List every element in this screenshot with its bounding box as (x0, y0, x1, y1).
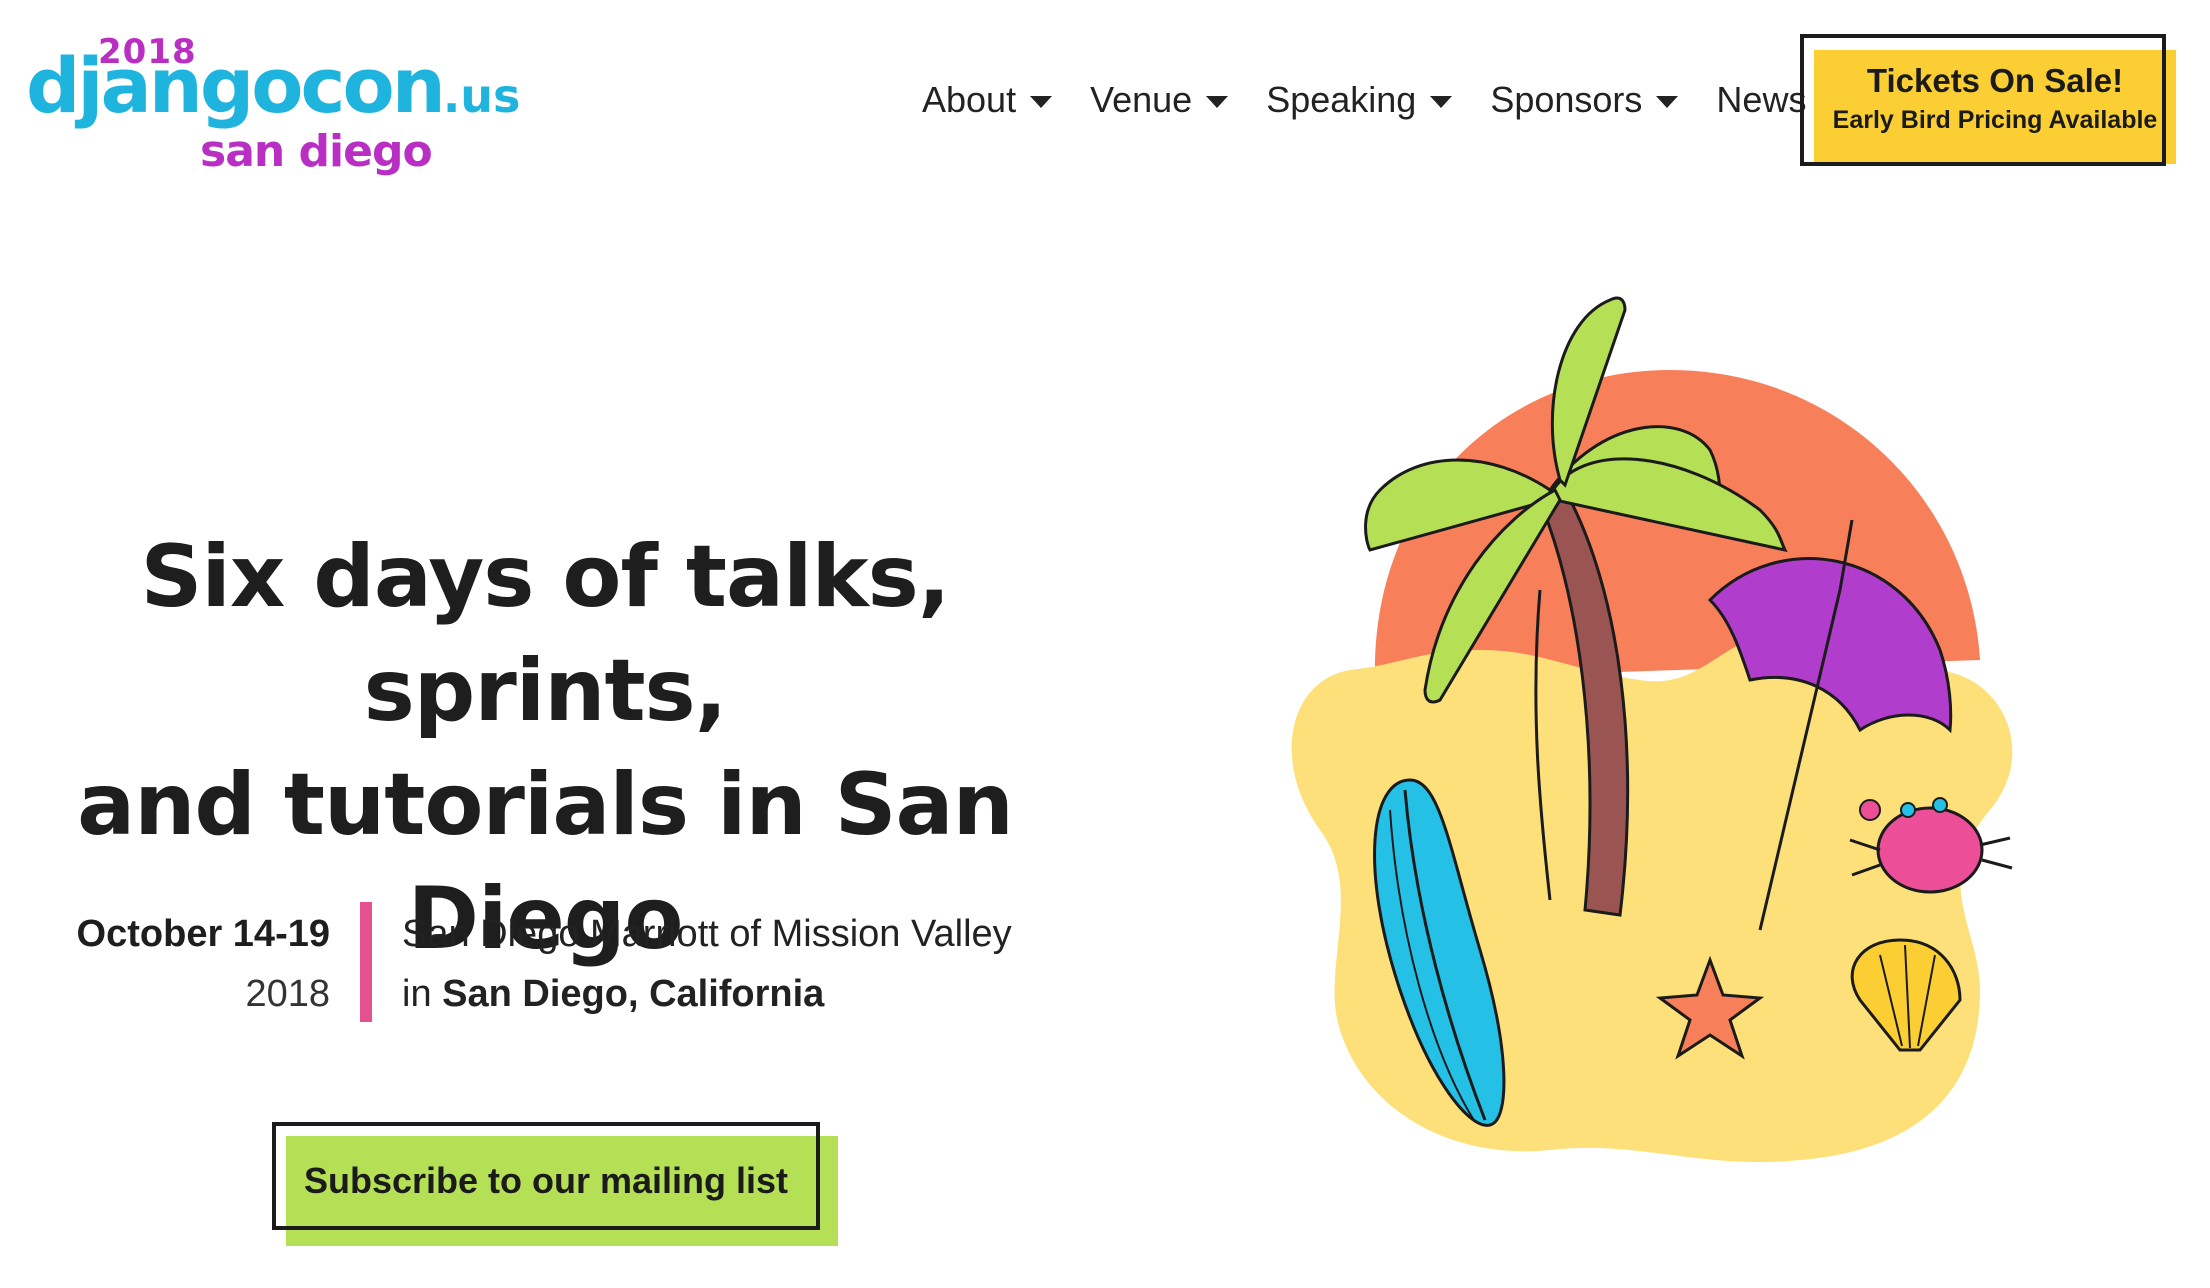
venue-name: San Diego Marriott of Mission Valley (402, 913, 1012, 955)
tickets-button-frame (1800, 34, 2166, 166)
hero-headline-line: and tutorials in San (77, 755, 1014, 855)
nav-item-sponsors[interactable]: Sponsors (1490, 79, 1679, 121)
logo-city: san diego (200, 126, 433, 177)
event-venue: San Diego Marriott of Mission Valley in … (402, 904, 1102, 1024)
event-date: October 14-19 (76, 913, 330, 955)
caret-down-icon (1030, 96, 1053, 108)
tickets-button[interactable]: Tickets On Sale! Early Bird Pricing Avai… (1800, 34, 2176, 166)
nav-item-label: Venue (1090, 79, 1193, 120)
caret-down-icon (1656, 96, 1679, 108)
beach-illustration (1291, 296, 2013, 1163)
site-logo[interactable]: 2018 djangocon.us san diego (26, 26, 520, 177)
subscribe-button[interactable]: Subscribe to our mailing list (272, 1122, 838, 1246)
logo-suffix: .us (442, 69, 521, 123)
subscribe-label: Subscribe to our mailing list (303, 1160, 789, 1201)
event-year: 2018 (245, 973, 330, 1015)
venue-location: in San Diego, California (402, 964, 1102, 1024)
nav-item-speaking[interactable]: Speaking (1266, 79, 1453, 121)
caret-down-icon (1430, 96, 1453, 108)
nav-item-label: News (1716, 79, 1807, 120)
event-dates: October 14-19 2018 (20, 904, 330, 1024)
location-prefix: in (402, 973, 432, 1015)
nav-item-label: About (922, 79, 1017, 120)
hero-headline-line: Six days of talks, sprints, (140, 527, 950, 741)
nav-item-venue[interactable]: Venue (1090, 79, 1229, 121)
logo-wordmark: djangocon.us (26, 41, 521, 130)
tickets-subtitle: Early Bird Pricing Available (1832, 106, 2158, 134)
nav-item-label: Sponsors (1490, 79, 1643, 120)
info-divider (360, 902, 372, 1022)
nav-item-news[interactable]: News (1716, 79, 1806, 121)
nav-item-label: Speaking (1266, 79, 1417, 120)
nav-item-about[interactable]: About (922, 79, 1053, 121)
main-nav: About Venue Speaking Sponsors News (922, 74, 1806, 126)
tickets-title: Tickets On Sale! (1866, 62, 2124, 99)
caret-down-icon (1206, 96, 1229, 108)
location-city: San Diego, California (442, 973, 825, 1015)
